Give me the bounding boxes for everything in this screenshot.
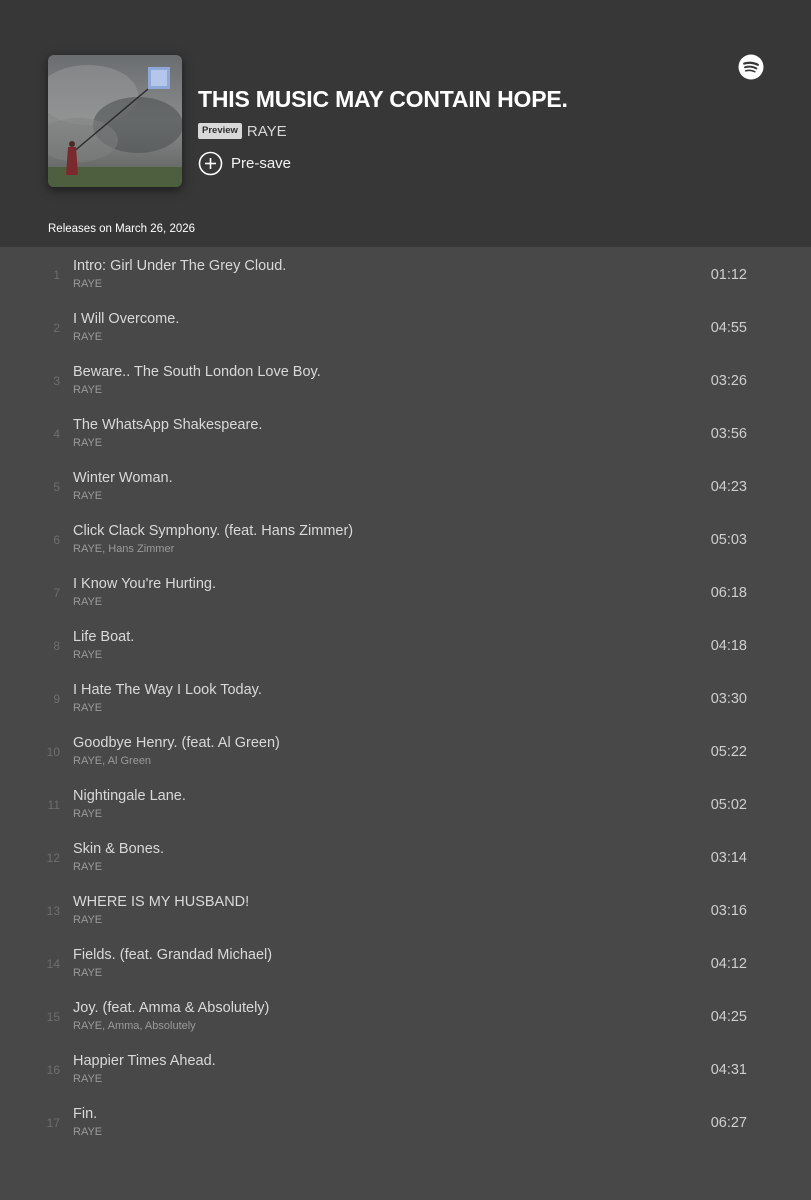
track-number: 8: [53, 639, 60, 653]
track-row[interactable]: 14 Fields. (feat. Grandad Michael) RAYE 04:…: [0, 936, 811, 989]
track-title: Beware.. The South London Love Boy.: [73, 364, 321, 380]
track-duration: 04:12: [710, 956, 747, 972]
preview-badge: Preview: [198, 123, 242, 139]
track-duration: 06:18: [710, 585, 747, 601]
track-row[interactable]: 3 Beware.. The South London Love Boy. RAYE…: [0, 353, 811, 406]
plus-circle-icon: [198, 151, 223, 176]
track-artists: RAYE: [73, 437, 103, 449]
track-title: Fields. (feat. Grandad Michael): [73, 947, 273, 963]
track-title: Nightingale Lane.: [73, 788, 186, 804]
track-row[interactable]: 10 Goodbye Henry. (feat. Al Green) RAYE, A…: [0, 724, 811, 777]
track-number: 11: [47, 798, 60, 812]
track-number: 6: [53, 533, 60, 547]
track-row[interactable]: 17 Fin. RAYE 06:27: [0, 1095, 811, 1148]
track-number: 7: [53, 586, 60, 600]
track-title: WHERE IS MY HUSBAND!: [73, 894, 250, 910]
track-duration: 04:25: [710, 1009, 747, 1025]
track-duration: 05:02: [710, 797, 747, 813]
artist-name[interactable]: RAYE: [247, 123, 287, 140]
track-row[interactable]: 5 Winter Woman. RAYE 04:23: [0, 459, 811, 512]
release-date: Releases on March 26, 2026: [48, 223, 196, 235]
track-number: 16: [46, 1063, 60, 1077]
track-artists: RAYE: [73, 967, 103, 979]
track-number: 2: [53, 321, 60, 335]
track-duration: 03:56: [710, 426, 747, 442]
track-number: 12: [46, 851, 60, 865]
track-duration: 03:16: [710, 903, 747, 919]
track-title: Life Boat.: [73, 629, 135, 645]
track-artists: RAYE: [73, 808, 103, 820]
track-title: The WhatsApp Shakespeare.: [73, 417, 263, 433]
track-artists: RAYE: [73, 702, 103, 714]
track-row[interactable]: 11 Nightingale Lane. RAYE 05:02: [0, 777, 811, 830]
track-title: I Know You're Hurting.: [73, 576, 217, 592]
presave-label: Pre-save: [231, 155, 292, 172]
track-duration: 06:27: [710, 1115, 747, 1131]
track-number: 1: [53, 268, 60, 282]
track-artists: RAYE: [73, 1073, 103, 1085]
track-title: I Will Overcome.: [73, 311, 180, 327]
album-meta: Preview RAYE: [198, 121, 287, 141]
track-artists: RAYE: [73, 596, 103, 608]
track-artists: RAYE: [73, 384, 103, 396]
track-duration: 05:03: [710, 532, 747, 548]
track-duration: 03:26: [710, 373, 747, 389]
track-number: 4: [53, 427, 60, 441]
track-title: Winter Woman.: [73, 470, 173, 486]
track-title: Fin.: [73, 1106, 98, 1122]
track-duration: 03:14: [710, 850, 747, 866]
track-duration: 05:22: [710, 744, 747, 760]
track-title: Happier Times Ahead.: [73, 1053, 216, 1069]
album-header: THIS MUSIC MAY CONTAIN HOPE. Preview RAY…: [0, 0, 811, 247]
track-duration: 04:31: [710, 1062, 747, 1078]
track-number: 17: [46, 1116, 60, 1130]
track-title: Click Clack Symphony. (feat. Hans Zimmer…: [73, 523, 354, 539]
track-row[interactable]: 13 WHERE IS MY HUSBAND! RAYE 03:16: [0, 883, 811, 936]
track-duration: 04:18: [710, 638, 747, 654]
track-title: Joy. (feat. Amma & Absolutely): [73, 1000, 270, 1016]
track-title: Intro: Girl Under The Grey Cloud.: [73, 258, 287, 274]
track-number: 9: [53, 692, 60, 706]
track-row[interactable]: 4 The WhatsApp Shakespeare. RAYE 03:56: [0, 406, 811, 459]
track-row[interactable]: 8 Life Boat. RAYE 04:18: [0, 618, 811, 671]
track-duration: 03:30: [710, 691, 747, 707]
track-row[interactable]: 16 Happier Times Ahead. RAYE 04:31: [0, 1042, 811, 1095]
presave-button[interactable]: Pre-save: [198, 151, 291, 176]
track-row[interactable]: 2 I Will Overcome. RAYE 04:55: [0, 300, 811, 353]
track-number: 5: [53, 480, 60, 494]
spotify-logo-icon[interactable]: [738, 54, 764, 80]
track-duration: 01:12: [710, 267, 747, 283]
track-artists: RAYE: [73, 1126, 103, 1138]
album-title: THIS MUSIC MAY CONTAIN HOPE.: [198, 86, 568, 112]
track-duration: 04:55: [710, 320, 747, 336]
track-row[interactable]: 6 Click Clack Symphony. (feat. Hans Zimme…: [0, 512, 811, 565]
track-number: 15: [46, 1010, 60, 1024]
track-artists: RAYE, Hans Zimmer: [73, 543, 175, 555]
track-row[interactable]: 15 Joy. (feat. Amma & Absolutely) RAYE, Am…: [0, 989, 811, 1042]
track-title: I Hate The Way I Look Today.: [73, 682, 262, 698]
track-artists: RAYE: [73, 278, 103, 290]
track-artists: RAYE, Amma, Absolutely: [73, 1020, 196, 1032]
album-cover: [48, 55, 182, 187]
track-duration: 04:23: [710, 479, 747, 495]
track-artists: RAYE: [73, 861, 103, 873]
track-row[interactable]: 9 I Hate The Way I Look Today. RAYE 03:30: [0, 671, 811, 724]
track-title: Goodbye Henry. (feat. Al Green): [73, 735, 280, 751]
track-artists: RAYE: [73, 914, 103, 926]
track-number: 3: [53, 374, 60, 388]
track-artists: RAYE: [73, 490, 103, 502]
track-number: 13: [46, 904, 60, 918]
track-row[interactable]: 1 Intro: Girl Under The Grey Cloud. RAYE 01…: [0, 247, 811, 300]
track-row[interactable]: 7 I Know You're Hurting. RAYE 06:18: [0, 565, 811, 618]
track-number: 14: [46, 957, 60, 971]
track-artists: RAYE, Al Green: [73, 755, 152, 767]
track-title: Skin & Bones.: [73, 841, 165, 857]
track-number: 10: [46, 745, 60, 759]
track-artists: RAYE: [73, 331, 103, 343]
track-row[interactable]: 12 Skin & Bones. RAYE 03:14: [0, 830, 811, 883]
track-artists: RAYE: [73, 649, 103, 661]
